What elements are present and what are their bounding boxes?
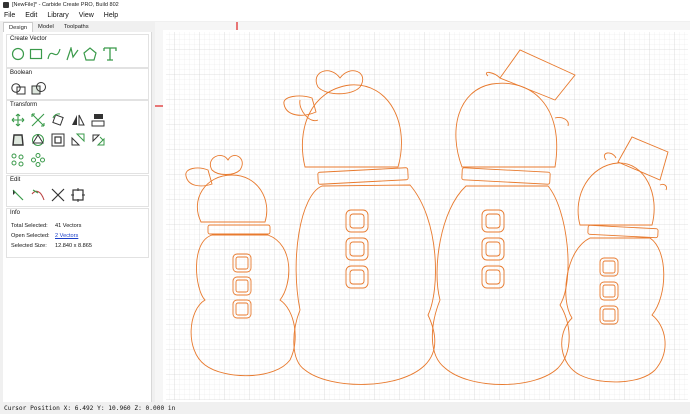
info-header: Info — [10, 210, 21, 216]
create-vector-section: Create Vector — [6, 34, 149, 68]
edit-section: Edit — [6, 175, 149, 207]
info-section: Info Total Selected: 41 Vectors Open Sel… — [6, 208, 149, 258]
node-edit-icon[interactable] — [11, 188, 25, 202]
ungroup-icon[interactable] — [51, 133, 65, 147]
offset-icon[interactable] — [11, 133, 25, 147]
rectangle-tool-icon[interactable] — [29, 47, 43, 61]
transform-section: Transform — [6, 100, 149, 174]
top-ruler — [155, 22, 690, 30]
app-icon — [3, 2, 9, 8]
total-selected-row: Total Selected: 41 Vectors — [11, 223, 81, 229]
edit-header: Edit — [10, 177, 21, 183]
menu-view[interactable]: View — [79, 12, 94, 19]
left-ruler — [155, 22, 163, 402]
polyline-tool-icon[interactable] — [65, 47, 79, 61]
circle-tool-icon[interactable] — [11, 47, 25, 61]
title-bar: [NewFile]* - Carbide Create PRO, Build 8… — [0, 0, 690, 10]
menu-edit[interactable]: Edit — [25, 12, 37, 19]
circular-array-icon[interactable] — [91, 133, 105, 147]
group-icon[interactable] — [31, 133, 45, 147]
smooth-node-icon[interactable] — [31, 188, 45, 202]
design-canvas[interactable] — [155, 22, 690, 402]
align-icon[interactable] — [91, 113, 105, 127]
tab-toolpaths[interactable]: Toolpaths — [59, 22, 94, 32]
create-vector-header: Create Vector — [10, 36, 47, 42]
mirror-icon[interactable] — [71, 113, 85, 127]
text-tool-icon[interactable] — [103, 47, 117, 61]
boolean-section: Boolean — [6, 68, 149, 100]
boolean-header: Boolean — [10, 70, 33, 76]
open-selected-row: Open Selected: 2 Vectors — [11, 233, 78, 239]
menu-bar: File Edit Library View Help — [0, 10, 690, 21]
total-selected-label: Total Selected: — [11, 223, 48, 229]
selected-size-value: 12.840 x 8.865 — [55, 243, 93, 249]
array-icon[interactable] — [71, 133, 85, 147]
window-title: [NewFile]* - Carbide Create PRO, Build 8… — [12, 2, 119, 8]
canvas-svg[interactable] — [155, 22, 690, 402]
cut-vector-icon[interactable] — [51, 188, 65, 202]
polygon-tool-icon[interactable] — [83, 47, 97, 61]
cursor-position: Cursor Position X: 6.492 Y: 10.960 Z: 0.… — [4, 404, 176, 412]
mode-tabs: Design Model Toolpaths — [3, 22, 94, 33]
menu-help[interactable]: Help — [104, 12, 118, 19]
transform-header: Transform — [10, 102, 38, 108]
radial-array-icon[interactable] — [31, 153, 45, 167]
selected-size-row: Selected Size: 12.840 x 8.865 — [11, 243, 92, 249]
move-icon[interactable] — [11, 113, 25, 127]
scale-icon[interactable] — [31, 113, 45, 127]
design-panel: Create Vector Boolean Transform Edit Inf… — [3, 32, 152, 402]
select-all-icon[interactable] — [71, 188, 85, 202]
total-selected-value: 41 Vectors — [55, 223, 82, 229]
boolean-subtract-icon[interactable] — [31, 81, 47, 95]
curve-tool-icon[interactable] — [47, 47, 61, 61]
open-selected-link[interactable]: 2 Vectors — [55, 233, 78, 239]
boolean-union-icon[interactable] — [11, 81, 27, 95]
selected-size-label: Selected Size: — [11, 243, 47, 249]
menu-library[interactable]: Library — [47, 12, 68, 19]
menu-file[interactable]: File — [4, 12, 15, 19]
rotate-icon[interactable] — [51, 113, 65, 127]
dot-array-icon[interactable] — [11, 153, 25, 167]
status-bar: Cursor Position X: 6.492 Y: 10.960 Z: 0.… — [0, 402, 690, 414]
open-selected-label: Open Selected: — [11, 233, 50, 239]
tab-model[interactable]: Model — [33, 22, 59, 32]
